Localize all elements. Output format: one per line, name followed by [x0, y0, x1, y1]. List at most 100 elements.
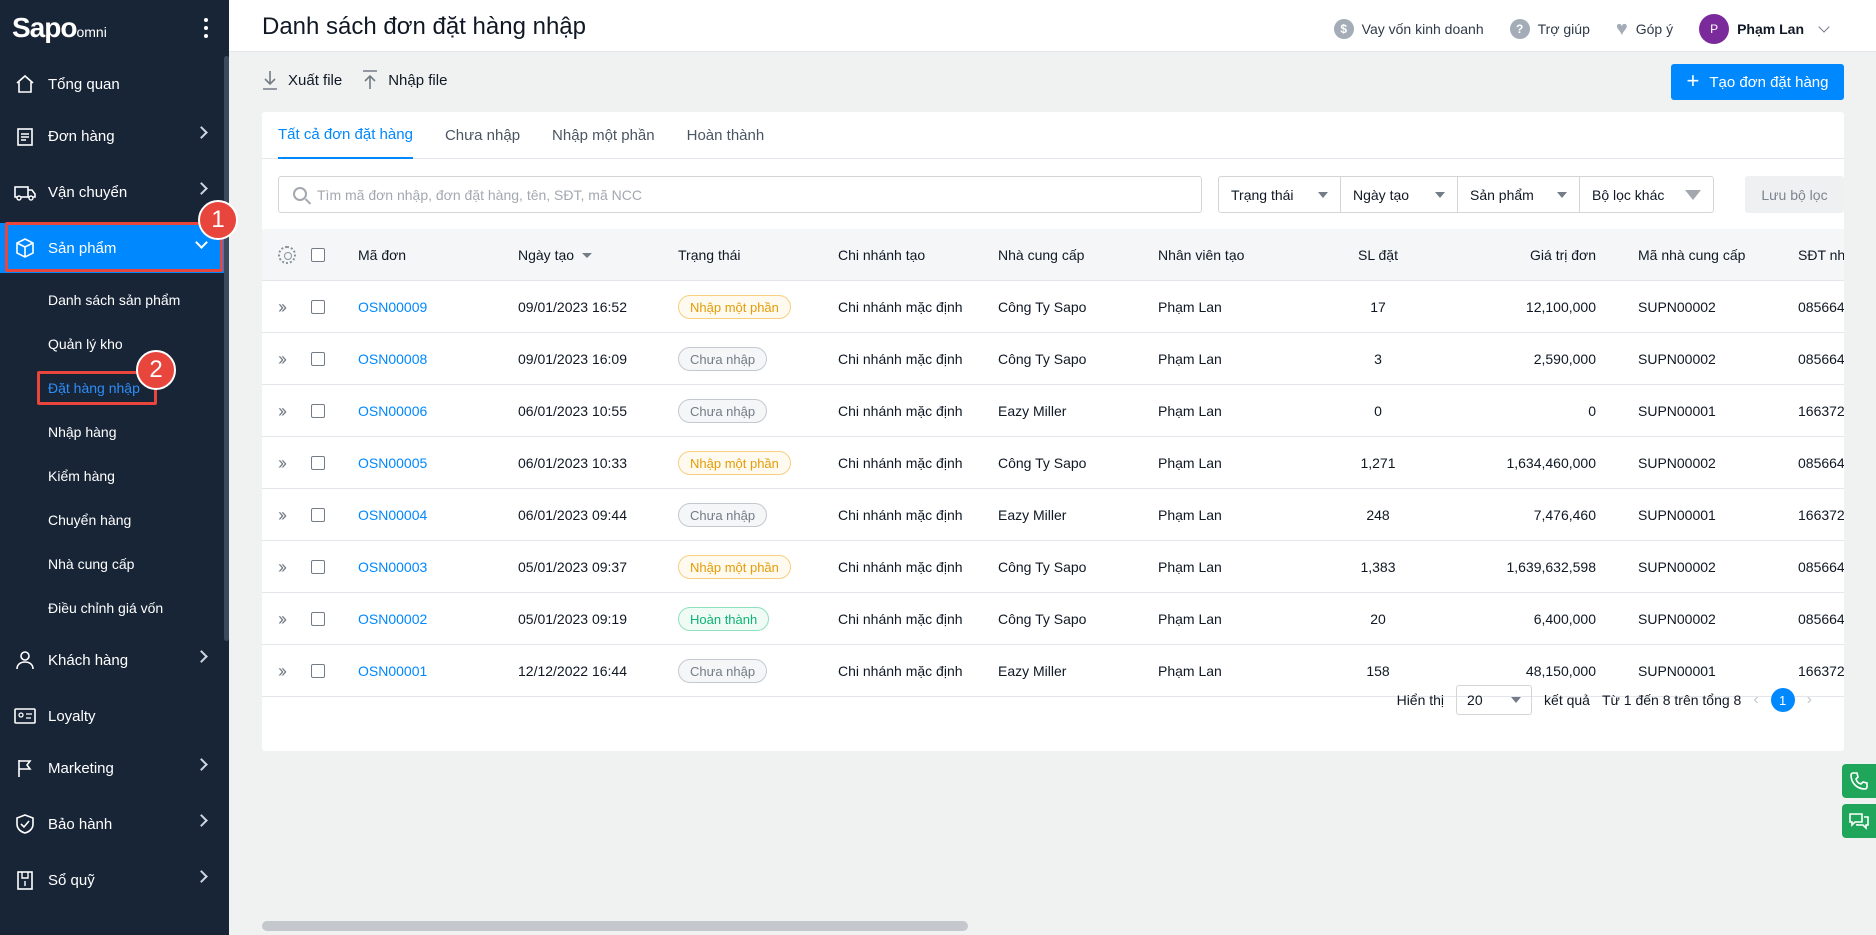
import-button[interactable]: Nhập file [362, 70, 447, 90]
order-code-link[interactable]: OSN00005 [358, 437, 427, 489]
export-label: Xuất file [288, 71, 343, 89]
sidebar-item-label: Loyalty [48, 707, 96, 725]
page-number-current[interactable]: 1 [1770, 688, 1795, 712]
chevron-right-icon [195, 182, 208, 195]
supplier: Công Ty Sapo [998, 559, 1087, 575]
status-badge: Nhập một phần [678, 555, 791, 579]
page-size-select[interactable]: 20 [1456, 685, 1533, 715]
supplier-code: SUPN00002 [1638, 351, 1716, 367]
order-code-link[interactable]: OSN00004 [358, 489, 427, 541]
search-input[interactable]: Tìm mã đơn nhập, đơn đặt hàng, tên, SĐT,… [278, 176, 1202, 213]
sidebar-item-cashbook[interactable]: Sổ quỹ [0, 855, 224, 905]
quantity: 20 [1370, 611, 1386, 627]
sidebar-item-overview[interactable]: Tổng quan [0, 59, 224, 109]
subnav-receive-goods[interactable]: Nhập hàng [48, 424, 117, 440]
staff: Phạm Lan [1158, 351, 1222, 367]
quantity: 248 [1366, 507, 1390, 523]
select-all-checkbox[interactable] [311, 229, 325, 281]
subnav-cost-adjust[interactable]: Điều chỉnh giá vốn [48, 600, 163, 616]
order-code-link[interactable]: OSN00003 [358, 541, 427, 593]
card-icon [14, 705, 36, 727]
filter-other[interactable]: Bộ lọc khác [1580, 177, 1713, 212]
chevron-right-icon [195, 650, 208, 663]
expand-row-button[interactable]: ›› [278, 437, 287, 489]
row-checkbox[interactable] [311, 385, 325, 437]
supplier-code: SUPN00001 [1638, 507, 1716, 523]
status-cell: Chưa nhập [678, 333, 768, 385]
header-date[interactable]: Ngày tạo [518, 229, 593, 281]
tab-partial[interactable]: Nhập một phần [552, 112, 655, 159]
order-code-link[interactable]: OSN00002 [358, 593, 427, 645]
subnav-stock-check[interactable]: Kiểm hàng [48, 468, 115, 484]
double-chevron-right-icon: ›› [278, 660, 287, 681]
column-settings-button[interactable] [278, 229, 296, 281]
chat-icon[interactable] [1842, 804, 1876, 838]
subnav-inventory[interactable]: Quản lý kho [48, 336, 123, 352]
table-row[interactable]: ›› OSN00005 06/01/2023 10:33 Nhập một phần C… [262, 437, 1844, 489]
table-row[interactable]: ›› OSN00009 09/01/2023 16:52 Nhập một phần C… [262, 281, 1844, 333]
save-filter-button[interactable]: Lưu bộ lọc [1745, 176, 1844, 213]
table-row[interactable]: ›› OSN00006 06/01/2023 10:55 Chưa nhập Chi n… [262, 385, 1844, 437]
more-menu-icon[interactable] [203, 18, 209, 38]
phone-icon[interactable] [1842, 764, 1876, 798]
logo[interactable]: Sapoomni [12, 12, 107, 44]
row-checkbox[interactable] [311, 333, 325, 385]
export-button[interactable]: Xuất file [262, 70, 342, 90]
order-code-link[interactable]: OSN00006 [358, 385, 427, 437]
expand-row-button[interactable]: ›› [278, 385, 287, 437]
table-row[interactable]: ›› OSN00002 05/01/2023 09:19 Hoàn thành Chi … [262, 593, 1844, 645]
subnav-transfer[interactable]: Chuyển hàng [48, 512, 131, 528]
filter-status[interactable]: Trạng thái [1219, 177, 1341, 212]
prev-page-icon[interactable]: ‹ [1753, 691, 1758, 709]
supplier: Công Ty Sapo [998, 611, 1087, 627]
table-row[interactable]: ›› OSN00008 09/01/2023 16:09 Chưa nhập Chi n… [262, 333, 1844, 385]
subnav-suppliers[interactable]: Nhà cung cấp [48, 556, 134, 572]
expand-row-button[interactable]: ›› [278, 489, 287, 541]
row-checkbox[interactable] [311, 593, 325, 645]
filter-product[interactable]: Sản phẩm [1458, 177, 1580, 212]
tab-all[interactable]: Tất cả đơn đặt hàng [278, 112, 413, 159]
next-page-icon[interactable]: › [1807, 691, 1812, 709]
row-checkbox[interactable] [311, 437, 325, 489]
feedback-link[interactable]: ♥ Góp ý [1616, 19, 1673, 39]
order-value: 1,639,632,598 [1506, 559, 1596, 575]
double-chevron-right-icon: ›› [278, 608, 287, 629]
expand-row-button[interactable]: ›› [278, 541, 287, 593]
supplier-code: SUPN00002 [1638, 611, 1716, 627]
help-link[interactable]: ? Trợ giúp [1509, 19, 1590, 39]
filter-created-date[interactable]: Ngày tạo [1341, 177, 1458, 212]
expand-row-button[interactable]: ›› [278, 593, 287, 645]
tab-completed[interactable]: Hoàn thành [687, 112, 765, 159]
sidebar-item-loyalty[interactable]: Loyalty [0, 691, 224, 741]
sidebar-item-customers[interactable]: Khách hàng [0, 635, 224, 685]
sidebar-item-shipping[interactable]: Vận chuyển [0, 167, 224, 217]
sidebar-item-orders[interactable]: Đơn hàng [0, 111, 224, 161]
expand-row-button[interactable]: ›› [278, 333, 287, 385]
row-checkbox[interactable] [311, 541, 325, 593]
order-code-link[interactable]: OSN00001 [358, 645, 427, 697]
table-row[interactable]: ›› OSN00004 06/01/2023 09:44 Chưa nhập Chi n… [262, 489, 1844, 541]
create-order-button[interactable]: + Tạo đơn đặt hàng [1671, 64, 1844, 100]
row-checkbox[interactable] [311, 489, 325, 541]
horizontal-scrollbar[interactable] [262, 921, 968, 931]
sidebar-scrollbar[interactable] [224, 56, 229, 641]
header-phone: SĐT nh [1798, 247, 1844, 263]
user-menu[interactable]: P Phạm Lan [1699, 14, 1830, 44]
expand-row-button[interactable]: ›› [278, 645, 287, 697]
loan-link[interactable]: $ Vay vốn kinh doanh [1333, 19, 1484, 39]
table-row[interactable]: ›› OSN00003 05/01/2023 09:37 Nhập một phần C… [262, 541, 1844, 593]
supplier: Công Ty Sapo [998, 455, 1087, 471]
expand-row-button[interactable]: ›› [278, 281, 287, 333]
subnav-product-list[interactable]: Danh sách sản phẩm [48, 292, 180, 308]
order-code-link[interactable]: OSN00008 [358, 333, 427, 385]
supplier: Eazy Miller [998, 403, 1067, 419]
header-supplier-code: Mã nhà cung cấp [1638, 247, 1746, 263]
order-code-link[interactable]: OSN00009 [358, 281, 427, 333]
tab-not-received[interactable]: Chưa nhập [445, 112, 520, 159]
row-checkbox[interactable] [311, 645, 325, 697]
sidebar-item-warranty[interactable]: Bảo hành [0, 799, 224, 849]
staff: Phạm Lan [1158, 299, 1222, 315]
sidebar-item-marketing[interactable]: Marketing [0, 743, 224, 793]
row-checkbox[interactable] [311, 281, 325, 333]
created-date: 05/01/2023 09:37 [518, 559, 627, 575]
